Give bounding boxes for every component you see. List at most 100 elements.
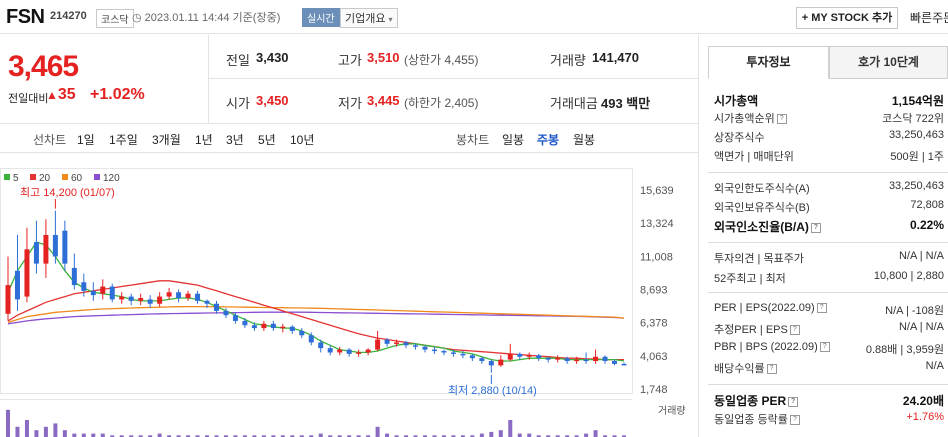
change-percent: +1.02%	[90, 86, 145, 103]
info-row: 추정PER | EPS? N/A | N/A	[714, 321, 948, 337]
max-price-annotation: 최고 14,200 (01/07)	[20, 186, 115, 199]
help-icon[interactable]: ?	[776, 114, 787, 125]
volume-bar	[34, 430, 39, 437]
help-icon[interactable]: ?	[789, 325, 800, 336]
candle-body	[403, 342, 409, 346]
candle-body	[574, 359, 580, 362]
volume-bar	[318, 433, 323, 437]
y-tick-label: 8,693	[640, 285, 668, 297]
candle-body	[346, 349, 352, 354]
candle-body	[555, 358, 561, 360]
help-icon[interactable]: ?	[789, 415, 800, 426]
candle-body	[593, 356, 599, 362]
candle-body	[602, 356, 608, 362]
candle-body	[356, 352, 362, 354]
candle-body	[337, 349, 343, 353]
info-value: N/A	[925, 360, 944, 372]
help-icon[interactable]: ?	[788, 396, 799, 407]
volume-bar	[593, 430, 598, 437]
candle-body	[119, 296, 125, 300]
info-row: 외국인보유주식수(B) 72,808	[714, 199, 948, 215]
candle-body	[261, 323, 267, 329]
period-1y[interactable]: 1년	[195, 131, 213, 148]
volume-bar	[527, 433, 532, 437]
quick-order-link[interactable]: 빠른주문	[910, 9, 948, 26]
period-1w[interactable]: 1주일	[109, 131, 138, 148]
info-row: 시가총액순위? 코스닥 722위	[714, 110, 948, 126]
tab-orderbook[interactable]: 호가 10단계	[829, 46, 948, 79]
info-row: PER | EPS(2022.09)? N/A | -108원	[714, 302, 948, 318]
candle-body	[213, 303, 219, 311]
candle-body	[375, 339, 381, 350]
candle-monthly[interactable]: 월봉	[573, 131, 595, 148]
tab-invest-info[interactable]: 투자정보	[708, 46, 829, 79]
volume-bar	[479, 433, 484, 437]
volume-bar	[43, 426, 48, 437]
change-value: ▲35	[46, 86, 76, 103]
price-chart: 15,639 13,324 11,008 8,693 6,378 4,063 1,748 5 2…	[0, 168, 686, 437]
candle-body	[621, 363, 627, 366]
help-icon[interactable]: ?	[816, 303, 827, 314]
candle-chart-label: 봉차트	[456, 133, 490, 147]
upper-limit: (상한가 4,455)	[404, 53, 479, 67]
candle-body	[251, 325, 257, 329]
info-label: PER | EPS(2022.09)?	[714, 302, 827, 314]
candle-body	[223, 310, 229, 316]
section-divider	[708, 292, 948, 293]
volume-bar	[508, 420, 513, 437]
candle-body	[413, 345, 419, 347]
candle-body	[545, 358, 551, 360]
period-bar: 선차트 1일 1주일 3개월 1년 3년 5년 10년 봉차트 일봉 주봉 월봉	[0, 123, 698, 153]
volume-bar	[53, 423, 58, 437]
info-row: 52주최고 | 최저 10,800 | 2,880	[714, 270, 948, 286]
section-divider	[708, 242, 948, 243]
legend-label: 5	[13, 173, 19, 184]
info-row: PBR | BPS (2022.09)? 0.88배 | 3,959원	[714, 341, 948, 357]
volume-label: 거래량	[658, 405, 686, 417]
legend-swatch	[4, 174, 10, 180]
candle-body	[270, 323, 276, 329]
volume-bar	[91, 433, 96, 437]
candle-body	[488, 361, 494, 366]
y-tick-label: 4,063	[640, 351, 668, 363]
company-info-dropdown[interactable]: 기업개요 ▾	[340, 8, 398, 28]
candle-body	[147, 299, 153, 304]
candle-body	[242, 320, 248, 326]
volume-bar	[498, 430, 503, 437]
legend-label: 120	[103, 173, 120, 184]
candle-body	[431, 349, 437, 352]
candle-body	[460, 353, 466, 356]
divider	[208, 35, 209, 123]
candle-body	[204, 300, 210, 304]
legend-swatch	[94, 174, 100, 180]
volume-bar	[584, 433, 589, 437]
low-value: 3,445	[367, 93, 400, 108]
up-triangle-icon: ▲	[46, 88, 58, 102]
realtime-tag: 실시간	[302, 8, 340, 27]
info-value: N/A | N/A	[898, 250, 944, 262]
candle-body	[185, 293, 191, 299]
help-icon[interactable]: ?	[819, 342, 830, 353]
candle-body	[507, 353, 513, 360]
candle-weekly[interactable]: 주봉	[537, 131, 559, 148]
period-1d[interactable]: 1일	[77, 131, 95, 148]
candle-daily[interactable]: 일봉	[502, 131, 524, 148]
period-3y[interactable]: 3년	[226, 131, 244, 148]
help-icon[interactable]: ?	[810, 222, 821, 233]
add-mystock-button[interactable]: + MY STOCK 추가	[796, 7, 898, 29]
period-3m[interactable]: 3개월	[152, 131, 181, 148]
period-5y[interactable]: 5년	[258, 131, 276, 148]
candle-body	[52, 234, 58, 257]
info-row: 투자의견 | 목표주가 N/A | N/A	[714, 250, 948, 266]
info-label: 추정PER | EPS?	[714, 321, 800, 337]
info-label: 동일업종 PER?	[714, 392, 799, 409]
candle-body	[232, 315, 238, 321]
info-value: 코스닥 722위	[882, 113, 944, 125]
volume-bar	[24, 420, 29, 437]
period-10y[interactable]: 10년	[290, 131, 314, 148]
volume-bar	[62, 430, 67, 437]
info-value: 0.88배 | 3,959원	[865, 344, 944, 356]
volume-bar	[81, 433, 86, 437]
current-price: 3,465	[8, 50, 79, 83]
help-icon[interactable]: ?	[766, 364, 777, 375]
